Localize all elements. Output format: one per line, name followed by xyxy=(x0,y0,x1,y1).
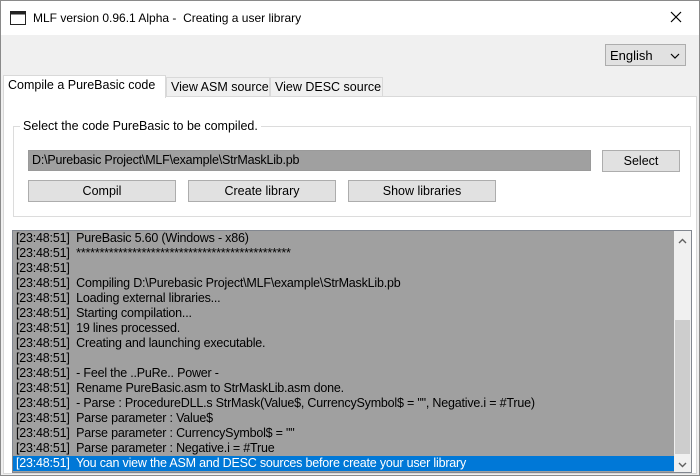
log-timestamp: [23:48:51] xyxy=(16,426,70,440)
log-message: Compiling D:\Purebasic Project\MLF\examp… xyxy=(76,276,401,290)
log-timestamp: [23:48:51] xyxy=(16,261,70,275)
log-timestamp: [23:48:51] xyxy=(16,381,70,395)
vertical-scrollbar[interactable] xyxy=(674,231,691,472)
log-message: Parse parameter : CurrencySymbol$ = "" xyxy=(76,426,295,440)
compil-button[interactable]: Compil xyxy=(28,180,176,202)
log-message: Starting compilation... xyxy=(76,306,192,320)
scroll-up-icon xyxy=(678,233,687,247)
group-label: Select the code PureBasic to be compiled… xyxy=(20,119,261,133)
log-line[interactable]: [23:48:51] 19 lines processed. xyxy=(13,321,674,336)
log-message: - Feel the ..PuRe.. Power - xyxy=(76,366,219,380)
log-timestamp: [23:48:51] xyxy=(16,456,70,470)
log-timestamp: [23:48:51] xyxy=(16,351,70,365)
tab-label: View ASM source xyxy=(171,80,269,94)
log-message: PureBasic 5.60 (Windows - x86) xyxy=(76,231,249,245)
log-message: Loading external libraries... xyxy=(76,291,221,305)
log-timestamp: [23:48:51] xyxy=(16,441,70,455)
tab-view-asm[interactable]: View ASM source xyxy=(166,77,270,97)
create-library-button[interactable]: Create library xyxy=(188,180,336,202)
tab-compile[interactable]: Compile a PureBasic code xyxy=(3,75,166,98)
language-select[interactable]: English xyxy=(605,44,686,66)
file-path-field[interactable]: D:\Purebasic Project\MLF\example\StrMask… xyxy=(28,150,591,171)
log-message: Parse parameter : Value$ xyxy=(76,411,213,425)
close-icon xyxy=(670,11,682,26)
log-line[interactable]: [23:48:51] xyxy=(13,261,674,276)
scroll-up-button[interactable] xyxy=(674,231,691,248)
show-libraries-button[interactable]: Show libraries xyxy=(348,180,496,202)
tab-label: Compile a PureBasic code xyxy=(8,78,156,92)
log-line[interactable]: [23:48:51] Compiling D:\Purebasic Projec… xyxy=(13,276,674,291)
compile-group: Select the code PureBasic to be compiled… xyxy=(13,119,691,217)
log-line[interactable]: [23:48:51] xyxy=(13,351,674,366)
window-title: MLF version 0.96.1 Alpha - Creating a us… xyxy=(33,11,302,25)
scroll-down-icon xyxy=(678,457,687,471)
log-line[interactable]: [23:48:51] - Parse : ProcedureDLL.s StrM… xyxy=(13,396,674,411)
scrollbar-thumb[interactable] xyxy=(675,320,690,454)
log-line[interactable]: [23:48:51] - Feel the ..PuRe.. Power - xyxy=(13,366,674,381)
close-button[interactable] xyxy=(653,1,699,35)
log-timestamp: [23:48:51] xyxy=(16,336,70,350)
log-line[interactable]: [23:48:51] Creating and launching execut… xyxy=(13,336,674,351)
log-message: Parse parameter : Negative.i = #True xyxy=(76,441,275,455)
log-line[interactable]: [23:48:51] Rename PureBasic.asm to StrMa… xyxy=(13,381,674,396)
log-line[interactable]: [23:48:51] *****************************… xyxy=(13,246,674,261)
tab-view-desc[interactable]: View DESC source xyxy=(270,77,383,97)
log-line[interactable]: [23:48:51] You can view the ASM and DESC… xyxy=(13,456,674,471)
log-line[interactable]: [23:48:51] Loading external libraries... xyxy=(13,291,674,306)
log-message: 19 lines processed. xyxy=(76,321,181,335)
log-message: Creating and launching executable. xyxy=(76,336,266,350)
log-message: Rename PureBasic.asm to StrMaskLib.asm d… xyxy=(76,381,344,395)
log-list[interactable]: [23:48:51] PureBasic 5.60 (Windows - x86… xyxy=(12,230,692,473)
log-lines: [23:48:51] PureBasic 5.60 (Windows - x86… xyxy=(13,231,674,471)
log-timestamp: [23:48:51] xyxy=(16,321,70,335)
log-line[interactable]: [23:48:51] Starting compilation... xyxy=(13,306,674,321)
log-line[interactable]: [23:48:51] Parse parameter : Negative.i … xyxy=(13,441,674,456)
log-timestamp: [23:48:51] xyxy=(16,411,70,425)
scroll-down-button[interactable] xyxy=(674,455,691,472)
tab-label: View DESC source xyxy=(275,80,382,94)
log-timestamp: [23:48:51] xyxy=(16,396,70,410)
window-app-icon xyxy=(10,11,26,25)
log-line[interactable]: [23:48:51] PureBasic 5.60 (Windows - x86… xyxy=(13,231,674,246)
log-timestamp: [23:48:51] xyxy=(16,366,70,380)
main-window: MLF version 0.96.1 Alpha - Creating a us… xyxy=(0,0,700,476)
chevron-down-icon xyxy=(670,50,680,64)
compile-tab-panel: Select the code PureBasic to be compiled… xyxy=(3,96,697,474)
select-button[interactable]: Select xyxy=(602,150,680,172)
log-message: You can view the ASM and DESC sources be… xyxy=(75,456,467,470)
log-timestamp: [23:48:51] xyxy=(16,246,70,260)
log-line[interactable]: [23:48:51] Parse parameter : Value$ xyxy=(13,411,674,426)
log-line[interactable]: [23:48:51] Parse parameter : CurrencySym… xyxy=(13,426,674,441)
log-message: ****************************************… xyxy=(76,246,291,260)
log-timestamp: [23:48:51] xyxy=(16,291,70,305)
log-timestamp: [23:48:51] xyxy=(16,231,70,245)
log-timestamp: [23:48:51] xyxy=(16,276,70,290)
language-value: English xyxy=(610,48,653,63)
title-bar[interactable]: MLF version 0.96.1 Alpha - Creating a us… xyxy=(1,1,699,35)
log-timestamp: [23:48:51] xyxy=(16,306,70,320)
log-message: - Parse : ProcedureDLL.s StrMask(Value$,… xyxy=(76,396,535,410)
